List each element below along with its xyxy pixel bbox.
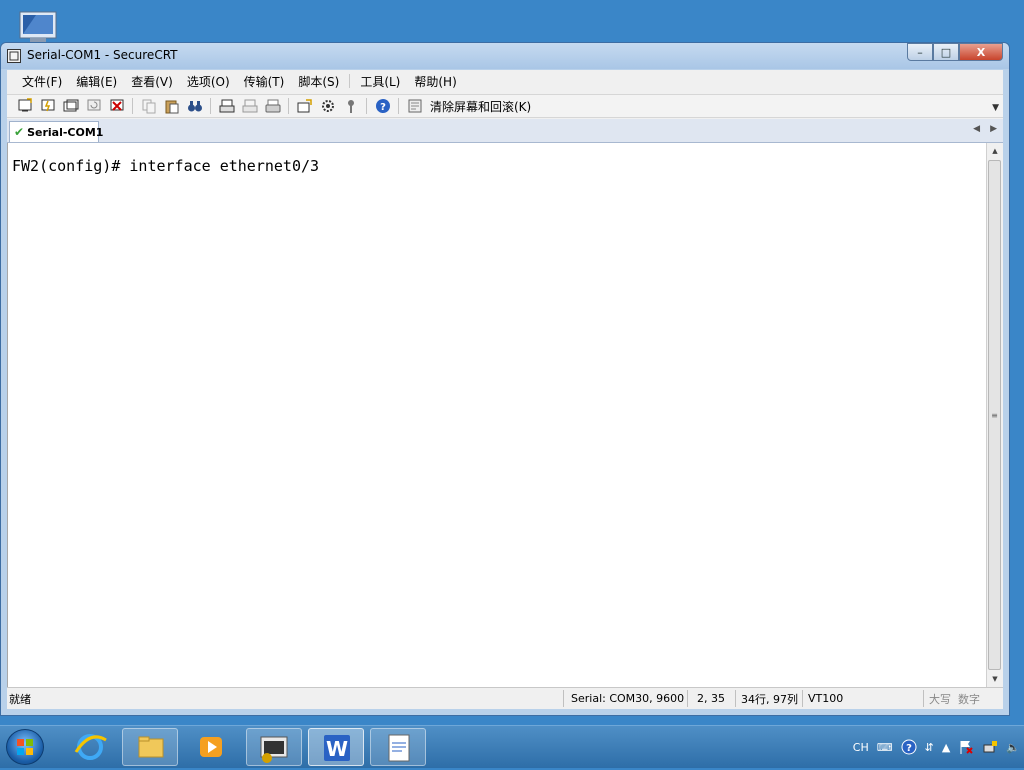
- minimize-button[interactable]: –: [907, 43, 933, 61]
- print-selection-icon[interactable]: [241, 97, 259, 115]
- svg-text:?: ?: [380, 102, 386, 113]
- toolbar-separator: [366, 98, 367, 114]
- menu-transfer[interactable]: 传输(T): [237, 73, 292, 90]
- keymap-icon[interactable]: [342, 97, 360, 115]
- system-tray: CH ⌨ ? ⇵ ▲ 🔈: [849, 726, 1024, 768]
- toolbar-separator: [288, 98, 289, 114]
- taskbar-wps-writer-button[interactable]: W: [308, 728, 364, 766]
- status-emulation: VT100: [808, 692, 844, 705]
- ime-options-icon[interactable]: ⇵: [925, 741, 934, 754]
- quick-connect-icon[interactable]: [39, 97, 57, 115]
- toolbar-separator: [132, 98, 133, 114]
- status-bar: 就绪 Serial: COM30, 9600 2, 35 34行, 97列 VT…: [7, 687, 1003, 709]
- maximize-button[interactable]: □: [933, 43, 959, 61]
- status-ready: 就绪: [9, 692, 31, 706]
- action-center-icon[interactable]: [958, 739, 974, 755]
- status-caps: 大写: [929, 692, 951, 706]
- input-language[interactable]: CH: [853, 741, 869, 754]
- taskbar-securecrt-button[interactable]: [246, 728, 302, 766]
- menu-separator: [349, 74, 351, 88]
- status-cursor: 2, 35: [697, 692, 725, 705]
- window-title: Serial-COM1 - SecureCRT: [27, 48, 178, 62]
- toolbar-separator: [398, 98, 399, 114]
- securecrt-app-icon: [7, 49, 21, 63]
- status-divider: [687, 690, 688, 707]
- status-num: 数字: [958, 692, 980, 706]
- menu-bar: 文件(F) 编辑(E) 查看(V) 选项(O) 传输(T) 脚本(S) 工具(L…: [7, 70, 1003, 92]
- scroll-up-arrow-icon[interactable]: ▲: [987, 143, 1003, 159]
- scrollbar-thumb[interactable]: ≡: [988, 160, 1001, 670]
- find-icon[interactable]: [186, 97, 204, 115]
- help-tray-icon[interactable]: ?: [901, 739, 917, 755]
- print-screen-icon[interactable]: [218, 97, 236, 115]
- session-tab-bar: ✔ Serial-COM1 ◀ ▶: [7, 119, 1003, 143]
- terminal-area[interactable]: FW2(config)# interface ethernet0/3: [7, 143, 987, 687]
- menu-options[interactable]: 选项(O): [180, 73, 237, 90]
- toolbar: ? 清除屏幕和回滚(K) ▼: [7, 94, 1003, 118]
- reconnect-icon[interactable]: [85, 97, 103, 115]
- vertical-scrollbar[interactable]: ▲ ≡ ▼: [986, 143, 1003, 687]
- show-hidden-icons-icon[interactable]: ▲: [942, 741, 950, 754]
- connect-icon[interactable]: [16, 97, 34, 115]
- status-size: 34行, 97列: [741, 692, 798, 706]
- taskbar: W CH ⌨ ? ⇵ ▲ 🔈: [0, 725, 1024, 768]
- session-options-icon[interactable]: [296, 97, 314, 115]
- toolbar-overflow-icon[interactable]: ▼: [992, 103, 999, 113]
- toolbar-separator: [210, 98, 211, 114]
- status-serial: Serial: COM30, 9600: [571, 692, 685, 705]
- status-divider: [735, 690, 736, 707]
- help-icon[interactable]: ?: [374, 97, 392, 115]
- menu-edit[interactable]: 编辑(E): [69, 73, 124, 90]
- status-divider: [923, 690, 924, 707]
- check-icon: ✔: [14, 125, 25, 139]
- disconnect-icon[interactable]: [108, 97, 126, 115]
- computer-desktop-icon[interactable]: [16, 10, 60, 46]
- securecrt-window: Serial-COM1 - SecureCRT – □ X 文件(F) 编辑(E…: [0, 42, 1010, 716]
- start-button[interactable]: [6, 729, 44, 765]
- connect-tab-icon[interactable]: [62, 97, 80, 115]
- tab-scroll-right-icon[interactable]: ▶: [990, 124, 997, 134]
- menu-tools[interactable]: 工具(L): [353, 73, 407, 90]
- terminal-line: FW2(config)# interface ethernet0/3: [12, 157, 320, 175]
- window-client: 文件(F) 编辑(E) 查看(V) 选项(O) 传输(T) 脚本(S) 工具(L…: [7, 70, 1003, 709]
- close-button[interactable]: X: [959, 43, 1003, 61]
- clear-screen-icon[interactable]: [406, 97, 424, 115]
- paste-icon[interactable]: [163, 97, 181, 115]
- menu-script[interactable]: 脚本(S): [291, 73, 346, 90]
- global-options-icon[interactable]: [319, 97, 337, 115]
- title-bar[interactable]: Serial-COM1 - SecureCRT – □ X: [1, 43, 1009, 69]
- scroll-down-arrow-icon[interactable]: ▼: [987, 671, 1003, 687]
- taskbar-document-button[interactable]: [370, 728, 426, 766]
- taskbar-ie-button[interactable]: [62, 728, 118, 766]
- menu-file[interactable]: 文件(F): [15, 73, 69, 90]
- tab-label: Serial-COM1: [27, 125, 104, 139]
- print-icon[interactable]: [264, 97, 282, 115]
- tab-serial-com1[interactable]: ✔ Serial-COM1: [9, 121, 103, 142]
- svg-text:?: ?: [906, 743, 912, 754]
- network-icon[interactable]: [982, 739, 998, 755]
- keyboard-icon[interactable]: ⌨: [877, 741, 893, 754]
- tab-scroll-left-icon[interactable]: ◀: [973, 124, 980, 134]
- copy-icon[interactable]: [140, 97, 158, 115]
- volume-icon[interactable]: 🔈: [1006, 741, 1020, 754]
- menu-help[interactable]: 帮助(H): [407, 73, 463, 90]
- taskbar-media-player-button[interactable]: [184, 728, 240, 766]
- status-divider: [563, 690, 564, 707]
- menu-view[interactable]: 查看(V): [124, 73, 180, 90]
- status-divider: [802, 690, 803, 707]
- clear-screen-label[interactable]: 清除屏幕和回滚(K): [430, 98, 531, 115]
- svg-text:W: W: [326, 737, 348, 761]
- taskbar-explorer-button[interactable]: [122, 728, 178, 766]
